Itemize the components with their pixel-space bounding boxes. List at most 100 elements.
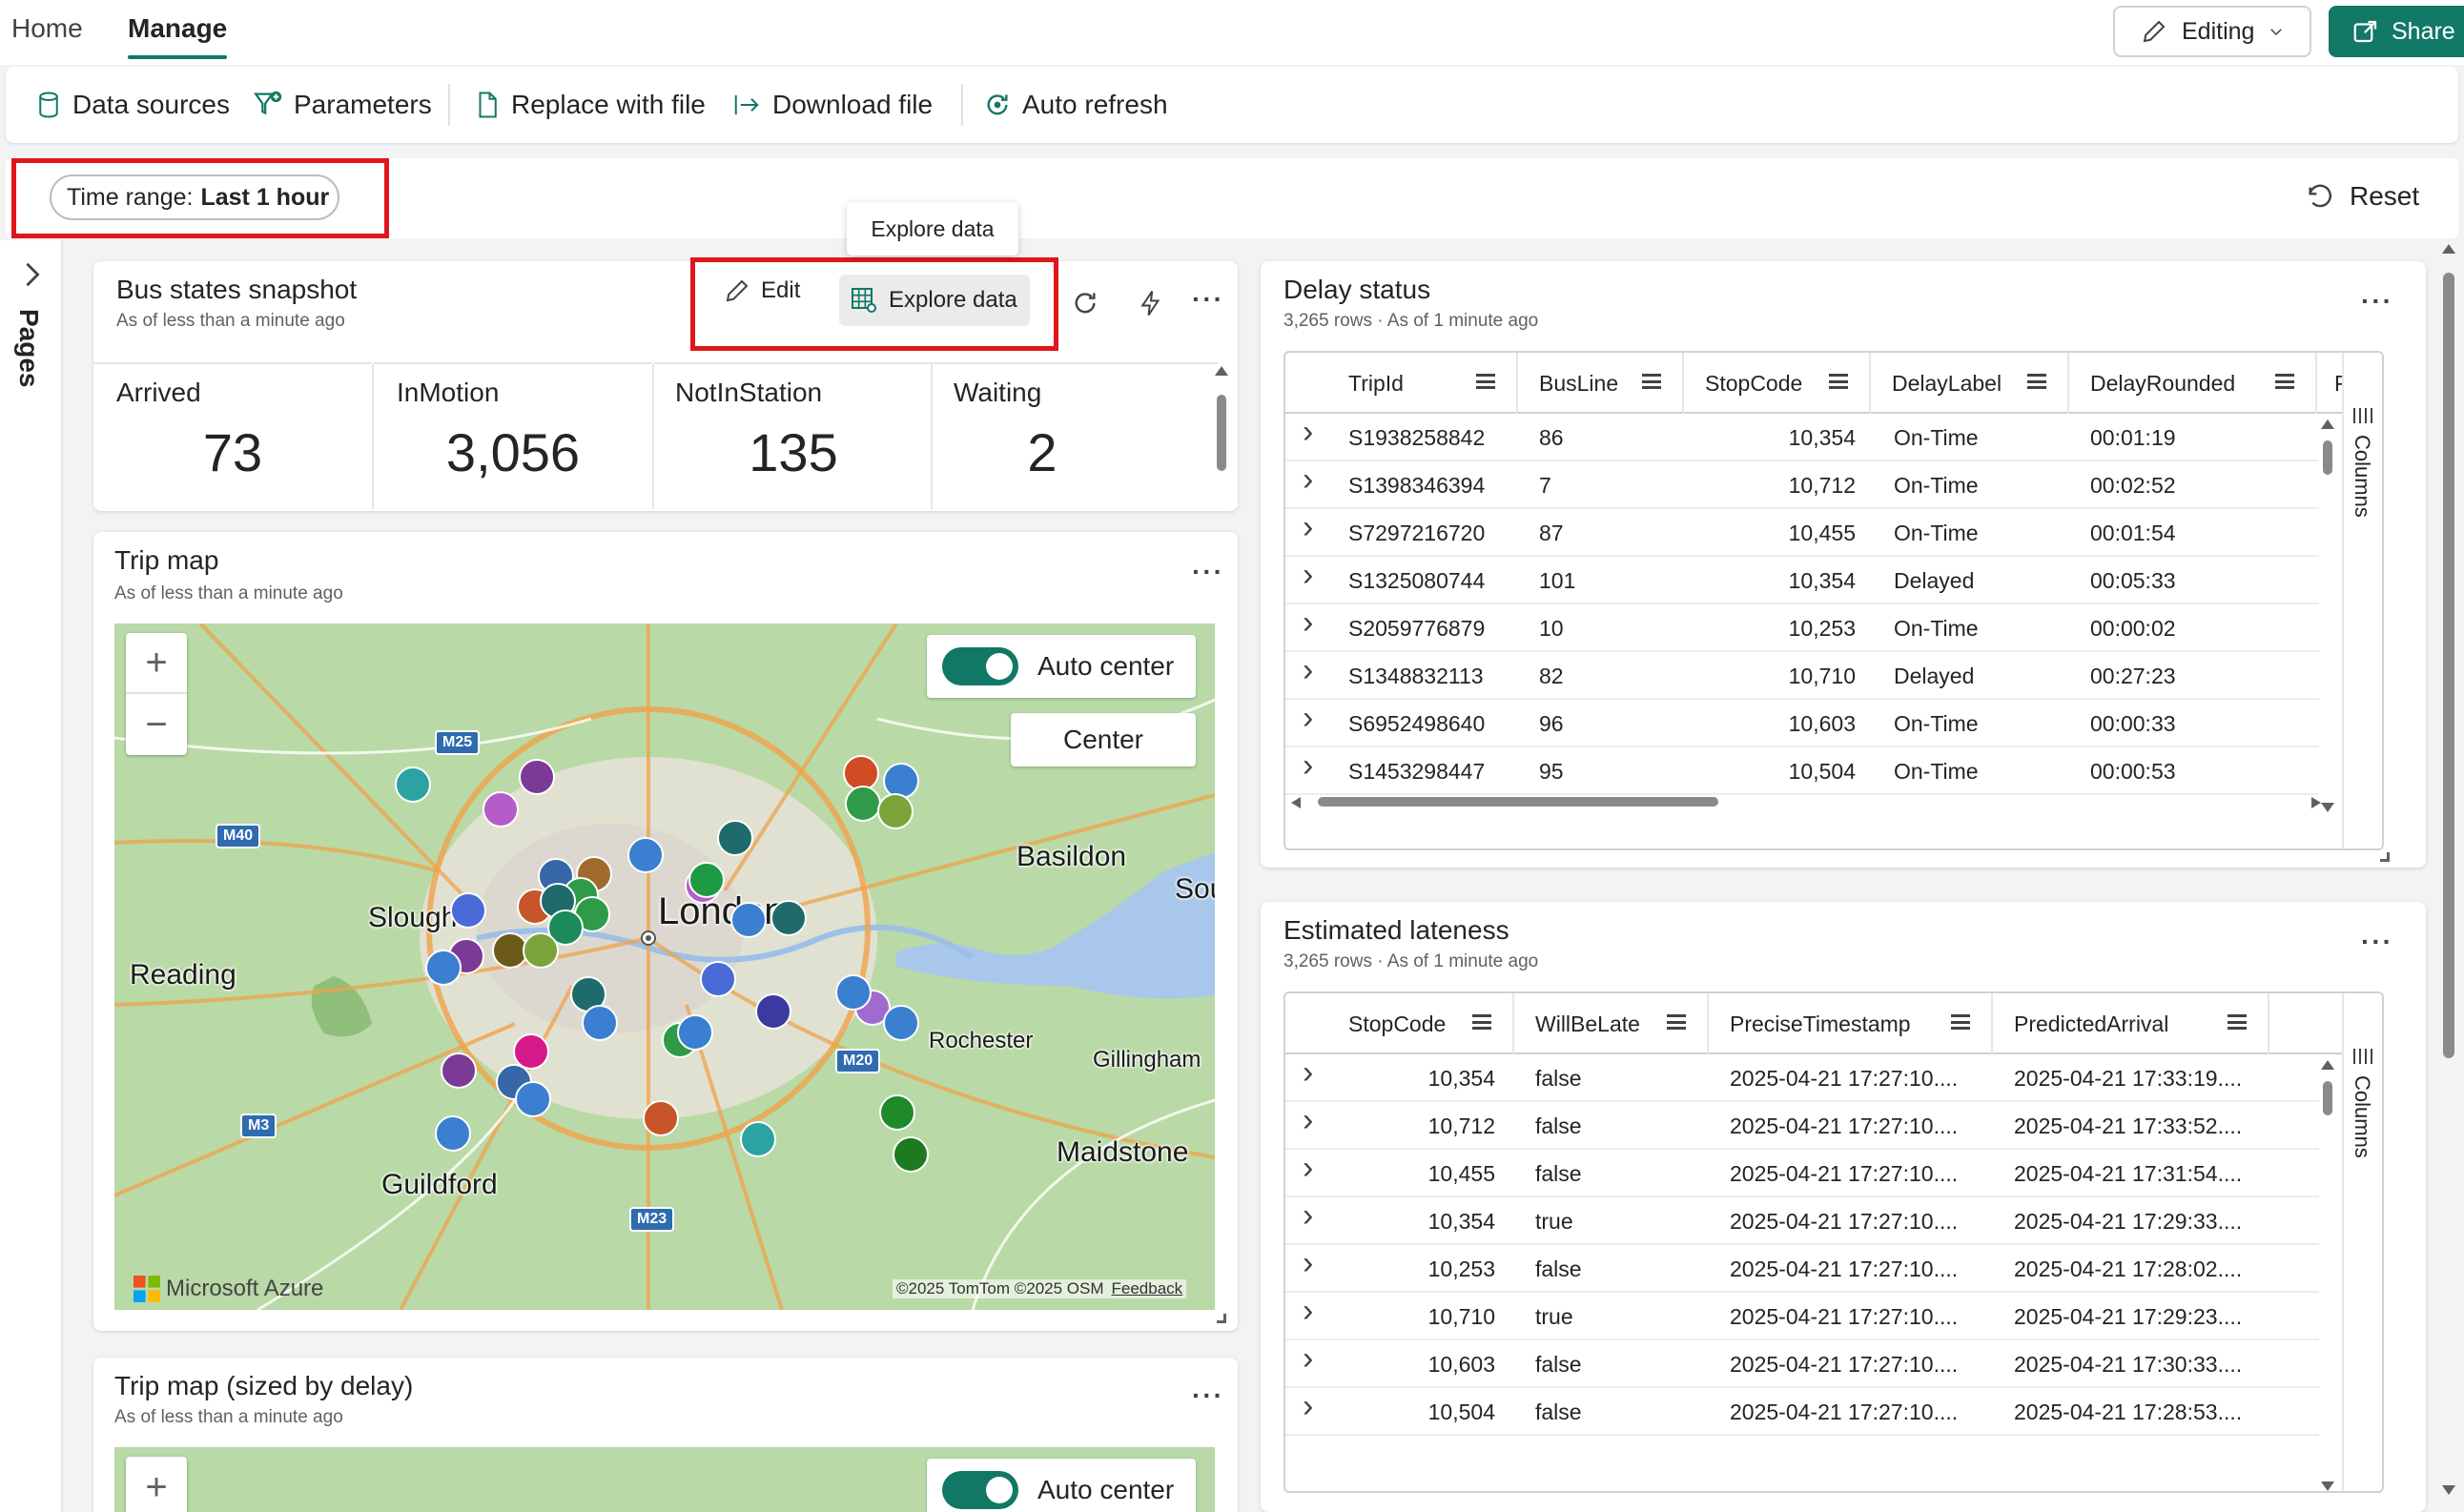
table-row[interactable]: › 10,253 false 2025-04-21 17:27:10.... 2025-… [1285, 1245, 2319, 1293]
bus-marker[interactable] [770, 900, 807, 936]
column-header-stopcode[interactable]: StopCode [1285, 993, 1514, 1054]
table-row[interactable]: › 10,354 false 2025-04-21 17:27:10.... 2025-… [1285, 1054, 2319, 1102]
bus-marker[interactable] [519, 759, 555, 795]
bus-marker[interactable] [700, 961, 736, 997]
replace-with-file-button[interactable]: Replace with file [473, 84, 706, 126]
expand-row-chevron-icon[interactable]: › [1303, 414, 1313, 451]
bus-marker[interactable] [755, 993, 791, 1030]
column-menu-icon[interactable] [1951, 1014, 1970, 1030]
editing-mode-button[interactable]: Editing [2113, 6, 2311, 57]
reset-button[interactable]: Reset [2304, 181, 2419, 212]
bus-marker[interactable] [677, 1014, 713, 1051]
column-header-stopcode[interactable]: StopCode [1684, 353, 1871, 414]
vertical-scrollbar[interactable] [2321, 419, 2334, 812]
auto-refresh-button[interactable]: Auto refresh [982, 84, 1168, 126]
bus-marker[interactable] [425, 950, 462, 986]
expand-row-chevron-icon[interactable]: › [1303, 1388, 1313, 1425]
refresh-icon[interactable] [1070, 288, 1100, 318]
bus-marker[interactable] [835, 974, 872, 1011]
expand-row-chevron-icon[interactable]: › [1303, 700, 1313, 737]
trip-map-sized[interactable]: + Auto center [114, 1447, 1215, 1512]
column-header-busline[interactable]: BusLine [1518, 353, 1684, 414]
expand-row-chevron-icon[interactable]: › [1303, 1197, 1313, 1235]
expand-row-chevron-icon[interactable]: › [1303, 1340, 1313, 1378]
data-sources-button[interactable]: Data sources [34, 84, 230, 126]
column-header-delayrounded[interactable]: DelayRounded [2069, 353, 2317, 414]
column-menu-icon[interactable] [2275, 374, 2294, 389]
column-menu-icon[interactable] [1476, 374, 1495, 389]
table-row[interactable]: › S1938258842 86 10,354 On-Time 00:01:19 [1285, 414, 2319, 461]
column-menu-icon[interactable] [2027, 374, 2046, 389]
bus-marker[interactable] [883, 1005, 919, 1041]
expand-row-chevron-icon[interactable]: › [1303, 747, 1313, 785]
bus-marker[interactable] [730, 902, 767, 938]
expand-row-chevron-icon[interactable]: › [1303, 1245, 1313, 1282]
lightning-icon[interactable] [1137, 286, 1165, 320]
more-options-icon[interactable]: ··· [1192, 284, 1224, 315]
bus-marker[interactable] [627, 837, 664, 873]
column-menu-icon[interactable] [2228, 1014, 2247, 1030]
columns-panel[interactable]: Columns [2342, 993, 2382, 1491]
bus-marker[interactable] [643, 1100, 679, 1136]
more-options-icon[interactable]: ··· [2361, 286, 2393, 317]
share-button[interactable]: Share [2329, 6, 2464, 57]
resize-handle[interactable] [2380, 852, 2390, 862]
column-menu-icon[interactable] [1667, 1014, 1686, 1030]
table-row[interactable]: › 10,504 false 2025-04-21 17:27:10.... 2025-… [1285, 1388, 2319, 1436]
bus-marker[interactable] [877, 793, 914, 829]
stats-scrollbar[interactable] [1215, 366, 1228, 505]
trip-map[interactable]: + − Auto center Center London Slough Rea… [114, 623, 1215, 1310]
bus-marker[interactable] [845, 786, 881, 822]
bus-marker[interactable] [893, 1136, 929, 1173]
expand-row-chevron-icon[interactable]: › [1303, 1102, 1313, 1139]
table-row[interactable]: › S1398346394 7 10,712 On-Time 00:02:52 [1285, 461, 2319, 509]
download-file-button[interactable]: Download file [730, 84, 933, 126]
feedback-link[interactable]: Feedback [1112, 1279, 1183, 1298]
column-header-precisetimestamp[interactable]: PreciseTimestamp [1709, 993, 1993, 1054]
table-row[interactable]: › S2059776879 10 10,253 On-Time 00:00:02 [1285, 604, 2319, 652]
parameters-button[interactable]: Parameters [252, 84, 432, 126]
horizontal-scrollbar[interactable] [1291, 795, 2321, 808]
bus-marker[interactable] [441, 1052, 477, 1089]
table-row[interactable]: › 10,710 true 2025-04-21 17:27:10.... 2025-0… [1285, 1293, 2319, 1340]
bus-marker[interactable] [435, 1115, 471, 1152]
column-menu-icon[interactable] [1829, 374, 1848, 389]
expand-row-chevron-icon[interactable]: › [1303, 509, 1313, 546]
pages-label[interactable]: Pages [13, 309, 44, 388]
column-header-willbelate[interactable]: WillBeLate [1514, 993, 1709, 1054]
auto-center-toggle[interactable]: Auto center [927, 1459, 1196, 1512]
table-row[interactable]: › S1453298447 95 10,504 On-Time 00:00:53 [1285, 747, 2319, 795]
auto-center-toggle[interactable]: Auto center [927, 635, 1196, 698]
bus-marker[interactable] [740, 1121, 776, 1157]
more-options-icon[interactable]: ··· [1192, 1380, 1224, 1411]
table-row[interactable]: › 10,455 false 2025-04-21 17:27:10.... 2025-… [1285, 1150, 2319, 1197]
tab-home[interactable]: Home [11, 13, 83, 44]
column-menu-icon[interactable] [1642, 374, 1661, 389]
resize-handle[interactable] [1217, 1314, 1226, 1323]
toggle-switch[interactable] [942, 647, 1018, 685]
table-row[interactable]: › S1348832113 82 10,710 Delayed 00:27:23 [1285, 652, 2319, 700]
bus-marker[interactable] [450, 892, 486, 929]
more-options-icon[interactable]: ··· [1192, 557, 1224, 587]
more-options-icon[interactable]: ··· [2361, 927, 2393, 957]
bus-marker[interactable] [483, 791, 519, 828]
expand-row-chevron-icon[interactable]: › [1303, 461, 1313, 499]
bus-marker[interactable] [688, 862, 725, 898]
bus-marker[interactable] [717, 820, 753, 856]
expand-row-chevron-icon[interactable]: › [1303, 1293, 1313, 1330]
zoom-out-icon[interactable]: − [126, 694, 187, 755]
time-range-filter[interactable]: Time range: Last 1 hour [50, 174, 339, 220]
column-menu-icon[interactable] [1472, 1014, 1491, 1030]
bus-marker[interactable] [395, 766, 431, 803]
bus-marker[interactable] [523, 932, 559, 969]
table-row[interactable]: › 10,603 false 2025-04-21 17:27:10.... 2025-… [1285, 1340, 2319, 1388]
table-row[interactable]: › 10,354 true 2025-04-21 17:27:10.... 2025-0… [1285, 1197, 2319, 1245]
expand-row-chevron-icon[interactable]: › [1303, 652, 1313, 689]
table-row[interactable]: › S1325080744 101 10,354 Delayed 00:05:33 [1285, 557, 2319, 604]
vertical-scrollbar[interactable] [2321, 1060, 2334, 1491]
center-button[interactable]: Center [1011, 713, 1196, 766]
toggle-switch[interactable] [942, 1471, 1018, 1509]
zoom-in-icon[interactable]: + [126, 633, 187, 694]
table-row[interactable]: › S6952498640 96 10,603 On-Time 00:00:33 [1285, 700, 2319, 747]
column-header-delaylabel[interactable]: DelayLabel [1871, 353, 2069, 414]
